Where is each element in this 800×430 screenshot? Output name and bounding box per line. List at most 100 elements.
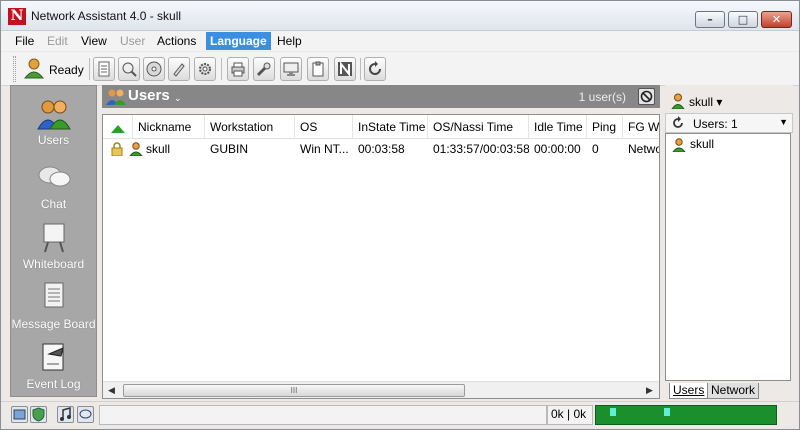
edit-icon bbox=[173, 63, 185, 77]
cell-ping: 0 bbox=[592, 142, 599, 156]
close-button[interactable]: ✕ bbox=[761, 11, 792, 28]
search-user-button[interactable] bbox=[118, 57, 140, 81]
notes-button[interactable] bbox=[93, 57, 115, 81]
column-instate-time[interactable]: InState Time bbox=[353, 115, 428, 139]
edit-button[interactable] bbox=[168, 57, 190, 81]
scroll-left-arrow[interactable]: ◀ bbox=[105, 384, 118, 397]
monitor-icon bbox=[283, 62, 299, 76]
tab-network[interactable]: Network bbox=[707, 383, 760, 399]
nassi-button[interactable] bbox=[334, 57, 356, 81]
print-button[interactable] bbox=[227, 57, 249, 81]
menu-user[interactable]: User bbox=[116, 32, 149, 50]
nav-item-chat[interactable]: Chat bbox=[11, 158, 96, 218]
users-panel-header: Users ⌄ 1 user(s) bbox=[102, 85, 660, 108]
scroll-right-arrow[interactable]: ▶ bbox=[643, 384, 656, 397]
disk-icon bbox=[146, 61, 162, 77]
right-panel: skull ▾ Users: 1 ▼ skull Users Network bbox=[665, 85, 793, 401]
refresh-icon bbox=[369, 61, 381, 75]
cell-instate-time: 00:03:58 bbox=[358, 142, 405, 156]
status-bar: 0k | 0k bbox=[1, 401, 799, 429]
users-count-label: Users: 1 bbox=[693, 117, 738, 131]
gear-icon bbox=[199, 63, 211, 75]
table-row[interactable]: skull GUBIN Win NT... 00:03:58 01:33:57/… bbox=[103, 140, 659, 158]
refresh-button[interactable] bbox=[364, 57, 386, 81]
traffic-meter bbox=[595, 405, 777, 425]
print-icon bbox=[231, 62, 245, 77]
cell-idle-time: 00:00:00 bbox=[534, 142, 581, 156]
menu-language[interactable]: Language bbox=[206, 32, 271, 50]
status-dropdown-button[interactable]: Ready bbox=[21, 55, 85, 83]
shield-button[interactable] bbox=[30, 406, 47, 423]
menu-help[interactable]: Help bbox=[273, 32, 306, 50]
sort-column[interactable] bbox=[103, 115, 133, 139]
notes-icon bbox=[98, 61, 110, 77]
column-os-nassi-time[interactable]: OS/Nassi Time bbox=[428, 115, 529, 139]
filter-button[interactable] bbox=[638, 88, 655, 105]
title-bar[interactable]: N Network Assistant 4.0 - skull – □ ✕ bbox=[1, 1, 799, 31]
user-list[interactable]: Nickname Workstation OS InState Time OS/… bbox=[102, 114, 660, 399]
panel-tabs: Users Network bbox=[669, 383, 789, 400]
maximize-button[interactable]: □ bbox=[728, 11, 758, 28]
tools-button[interactable] bbox=[253, 57, 275, 81]
app-window: N Network Assistant 4.0 - skull – □ ✕ Fi… bbox=[0, 0, 800, 430]
users-count-bar[interactable]: Users: 1 ▼ bbox=[665, 113, 793, 133]
settings-button[interactable] bbox=[194, 57, 216, 81]
toolbar-grip[interactable] bbox=[13, 56, 16, 82]
network-status-button[interactable] bbox=[11, 406, 28, 423]
block-icon bbox=[640, 90, 653, 103]
nav-label-message-board: Message Board bbox=[11, 317, 96, 331]
column-idle-time[interactable]: Idle Time bbox=[529, 115, 587, 139]
nav-item-whiteboard[interactable]: Whiteboard bbox=[11, 218, 96, 278]
minimize-button[interactable]: – bbox=[695, 11, 725, 28]
menu-file[interactable]: File bbox=[11, 32, 38, 50]
monitor-button[interactable] bbox=[280, 57, 302, 81]
column-workstation[interactable]: Workstation bbox=[205, 115, 295, 139]
network-status-icon bbox=[13, 409, 26, 420]
nav-item-event-log[interactable]: Event Log bbox=[11, 338, 96, 398]
nav-item-message-board[interactable]: Message Board bbox=[11, 278, 96, 338]
horizontal-scrollbar[interactable]: ◀ III ▶ bbox=[103, 381, 659, 398]
chat-status-icon bbox=[79, 409, 92, 419]
tab-users[interactable]: Users bbox=[669, 383, 709, 399]
clipboard-button[interactable] bbox=[307, 57, 329, 81]
nav-label-users: Users bbox=[37, 133, 70, 147]
tools-icon bbox=[256, 62, 271, 77]
column-nickname[interactable]: Nickname bbox=[133, 115, 205, 139]
music-icon bbox=[60, 407, 71, 421]
disk-button[interactable] bbox=[143, 57, 165, 81]
clipboard-icon bbox=[312, 61, 324, 77]
toolbar: Ready bbox=[1, 52, 799, 86]
event-log-icon bbox=[42, 343, 64, 371]
nav-label-chat: Chat bbox=[40, 197, 67, 211]
column-ping[interactable]: Ping bbox=[587, 115, 623, 139]
menu-actions[interactable]: Actions bbox=[153, 32, 200, 50]
toolbar-separator bbox=[89, 58, 90, 80]
cell-os-nassi-time: 01:33:57/00:03:58 bbox=[433, 142, 529, 156]
shield-icon bbox=[32, 407, 45, 422]
nav-label-event-log: Event Log bbox=[26, 377, 81, 391]
column-os[interactable]: OS bbox=[295, 115, 353, 139]
left-navigation: Users Chat Whiteboard Message Board Even… bbox=[10, 85, 97, 397]
chat-status-button[interactable] bbox=[77, 406, 94, 423]
online-users-list[interactable]: skull bbox=[665, 133, 791, 381]
menu-edit[interactable]: Edit bbox=[43, 32, 72, 50]
chevron-down-icon[interactable]: ▼ bbox=[779, 117, 788, 127]
toolbar-separator bbox=[221, 58, 222, 80]
lock-icon bbox=[111, 142, 123, 156]
chat-icon bbox=[38, 166, 71, 187]
user-icon bbox=[672, 138, 686, 152]
toolbar-separator bbox=[360, 58, 361, 80]
nassi-icon bbox=[338, 61, 352, 77]
user-count: 1 user(s) bbox=[578, 90, 626, 104]
chevron-down-icon[interactable]: ⌄ bbox=[174, 93, 182, 104]
list-item-label: skull bbox=[690, 137, 715, 151]
menu-view[interactable]: View bbox=[77, 32, 111, 50]
users-panel-title[interactable]: Users bbox=[128, 87, 170, 104]
music-button[interactable] bbox=[57, 406, 74, 423]
status-label: Ready bbox=[49, 63, 84, 77]
user-status-icon bbox=[23, 58, 45, 79]
column-fg-window[interactable]: FG W bbox=[623, 115, 659, 139]
app-logo-icon: N bbox=[8, 8, 26, 25]
scroll-thumb[interactable]: III bbox=[123, 384, 465, 397]
nav-item-users[interactable]: Users bbox=[11, 94, 96, 154]
